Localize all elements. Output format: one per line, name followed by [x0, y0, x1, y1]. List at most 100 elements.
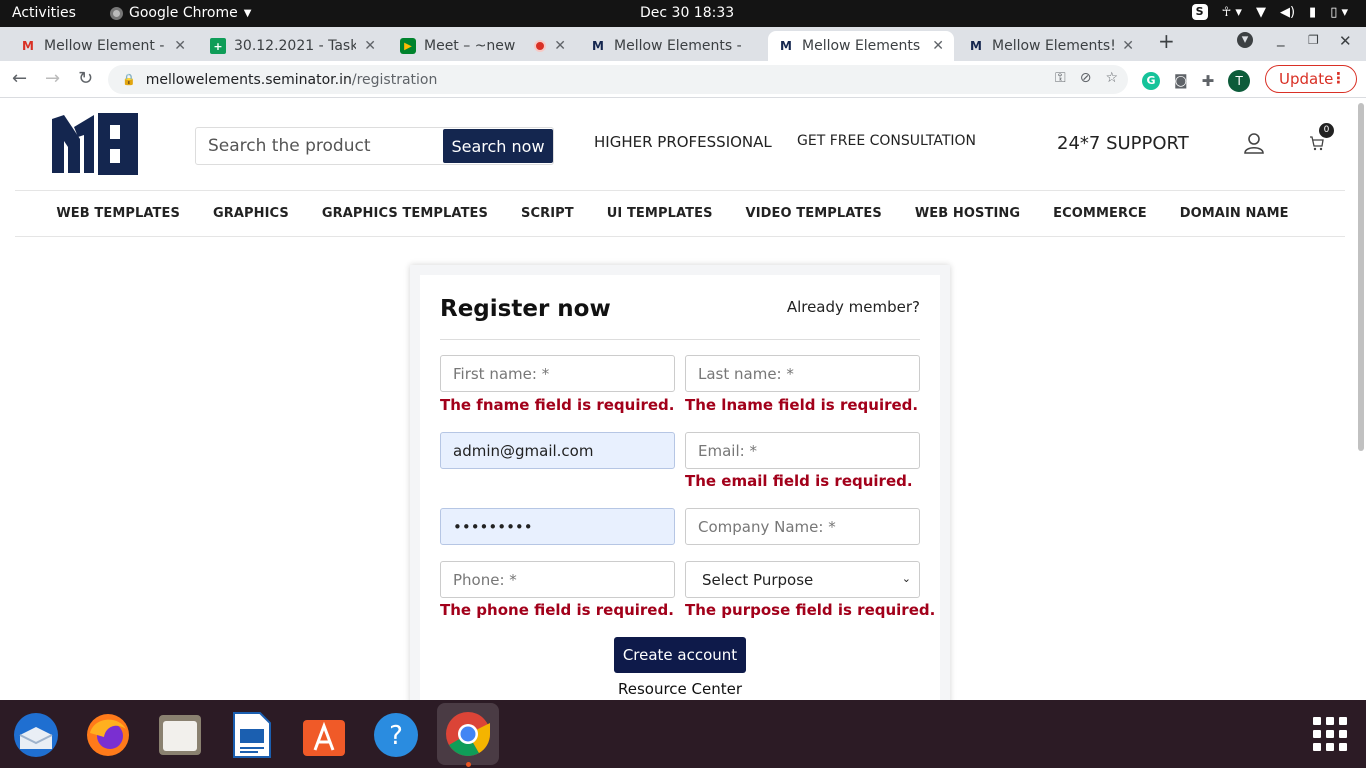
menu-item-video-templates[interactable]: VIDEO TEMPLATES	[746, 206, 882, 221]
close-icon[interactable]: ✕	[364, 38, 376, 54]
extensions-icon[interactable]: ✚	[1202, 72, 1215, 90]
menu-item-web-templates[interactable]: WEB TEMPLATES	[56, 206, 180, 221]
menu-item-ecommerce[interactable]: ECOMMERCE	[1053, 206, 1147, 221]
close-icon[interactable]: ✕	[1122, 38, 1134, 54]
higher-professional-link[interactable]: HIGHER PROFESSIONAL	[594, 133, 772, 151]
phone-field[interactable]	[440, 561, 675, 598]
menu-item-graphics-templates[interactable]: GRAPHICS TEMPLATES	[322, 206, 488, 221]
tab-meet[interactable]: ▶ Meet – ~new ✕	[390, 31, 576, 61]
chevron-down-icon: ▼	[243, 7, 252, 19]
svg-text:?: ?	[389, 721, 403, 751]
tab-title: Mellow Elements -	[614, 38, 742, 54]
form-title: Register now	[440, 296, 611, 322]
wifi-icon: ▼	[1255, 4, 1266, 20]
close-icon[interactable]: ✕	[174, 38, 186, 54]
free-consultation-link[interactable]: GET FREE CONSULTATION	[797, 133, 976, 149]
app-name: Google Chrome	[129, 5, 238, 21]
minimize-icon[interactable]: _	[1277, 29, 1285, 47]
app-menu[interactable]: Google Chrome ▼	[110, 5, 251, 21]
key-icon[interactable]: ⚿	[1055, 70, 1066, 86]
company-field[interactable]	[685, 508, 920, 545]
reload-icon[interactable]: ↻	[78, 68, 93, 89]
menu-item-ui-templates[interactable]: UI TEMPLATES	[607, 206, 713, 221]
purpose-error: The purpose field is required.	[685, 601, 936, 619]
tab-gmail[interactable]: M Mellow Element - r ✕	[10, 31, 196, 61]
system-top-bar: Activities Google Chrome ▼ Dec 30 18:33 …	[0, 0, 1366, 27]
close-window-icon[interactable]: ✕	[1339, 32, 1352, 50]
close-icon[interactable]: ✕	[554, 38, 566, 54]
software-center-icon[interactable]	[299, 710, 349, 760]
cart-count-badge: 0	[1319, 123, 1334, 138]
menu-item-domain-name[interactable]: DOMAIN NAME	[1180, 206, 1289, 221]
grammarly-icon[interactable]: G	[1142, 72, 1160, 90]
user-icon[interactable]	[1243, 132, 1265, 158]
scrollbar-thumb[interactable]	[1358, 103, 1364, 451]
url-bar[interactable]: 🔒 mellowelements.seminator.in/registrati…	[108, 65, 1128, 94]
site-logo[interactable]	[50, 111, 140, 181]
tab-search-icon[interactable]: ▾	[1237, 32, 1253, 48]
camera-icon[interactable]: ◙	[1174, 73, 1188, 89]
page-scrollbar[interactable]	[1357, 99, 1366, 700]
purpose-select[interactable]: Select Purpose ⌄	[685, 561, 920, 598]
thunderbird-icon[interactable]	[11, 710, 61, 760]
divider	[15, 190, 1345, 191]
username-field[interactable]	[440, 432, 675, 469]
divider	[15, 236, 1345, 237]
maximize-icon[interactable]: ❐	[1308, 33, 1319, 47]
cart-icon[interactable]	[1309, 135, 1325, 155]
chevron-down-icon: ⌄	[901, 572, 911, 585]
update-button[interactable]: Update ⋮	[1265, 65, 1357, 93]
gmail-icon: M	[22, 39, 34, 53]
password-field[interactable]	[440, 508, 675, 545]
more-menu-icon[interactable]: ⋮	[1331, 69, 1346, 87]
menu-item-script[interactable]: SCRIPT	[521, 206, 574, 221]
volume-icon: ◀)	[1279, 4, 1296, 20]
eye-off-icon[interactable]: ⊘	[1080, 70, 1092, 86]
lock-icon[interactable]: 🔒	[122, 73, 136, 86]
create-account-button[interactable]: Create account	[614, 637, 746, 673]
help-icon[interactable]: ?	[371, 710, 421, 760]
recording-icon	[534, 40, 547, 52]
search-button[interactable]: Search now	[443, 129, 553, 163]
skype-icon[interactable]: S	[1191, 4, 1208, 20]
support-label[interactable]: 24*7 SUPPORT	[1057, 133, 1189, 154]
already-member-link[interactable]: Already member?	[787, 298, 920, 316]
resource-center-link[interactable]: Resource Center	[420, 680, 940, 698]
email-field[interactable]	[685, 432, 920, 469]
system-tray[interactable]: S ☥ ▾ ▼ ◀) ▮ ▯ ▾	[1191, 4, 1348, 20]
url-domain: mellowelements.seminator.in	[145, 71, 352, 88]
forward-icon[interactable]: →	[45, 68, 60, 89]
tab-mellow-active[interactable]: M Mellow Elements ✕	[768, 31, 954, 61]
register-card: Register now Already member? The fname f…	[410, 265, 950, 700]
site-icon: M	[592, 39, 604, 53]
tab-mellow-3[interactable]: M Mellow Elements! ✕	[958, 31, 1144, 61]
back-icon[interactable]: ←	[12, 68, 27, 89]
register-form: Register now Already member? The fname f…	[420, 275, 940, 700]
tab-sheet[interactable]: + 30.12.2021 - Task a ✕	[200, 31, 386, 61]
tab-mellow-1[interactable]: M Mellow Elements -	[580, 31, 766, 61]
clock[interactable]: Dec 30 18:33	[640, 5, 734, 21]
files-icon[interactable]	[155, 710, 205, 760]
phone-error: The phone field is required.	[440, 601, 674, 619]
show-apps-icon[interactable]	[1313, 717, 1347, 751]
firefox-icon[interactable]	[83, 710, 133, 760]
lname-error: The lname field is required.	[685, 396, 919, 414]
profile-avatar[interactable]: T	[1228, 70, 1251, 92]
menu-item-web-hosting[interactable]: WEB HOSTING	[915, 206, 1020, 221]
close-icon[interactable]: ✕	[932, 38, 944, 54]
chrome-small-icon	[110, 6, 123, 20]
search-input[interactable]	[196, 128, 442, 164]
last-name-field[interactable]	[685, 355, 920, 392]
email-error: The email field is required.	[685, 472, 913, 490]
site-icon: M	[780, 39, 792, 53]
first-name-field[interactable]	[440, 355, 675, 392]
url-path: /registration	[351, 71, 438, 88]
writer-icon[interactable]	[227, 710, 277, 760]
activities-button[interactable]: Activities	[12, 5, 76, 21]
star-icon[interactable]: ☆	[1105, 70, 1118, 86]
new-tab-icon[interactable]: +	[1158, 29, 1175, 53]
running-indicator	[466, 762, 471, 767]
accessibility-icon[interactable]: ☥ ▾	[1222, 5, 1242, 20]
chrome-icon[interactable]	[437, 703, 499, 765]
menu-item-graphics[interactable]: GRAPHICS	[213, 206, 289, 221]
